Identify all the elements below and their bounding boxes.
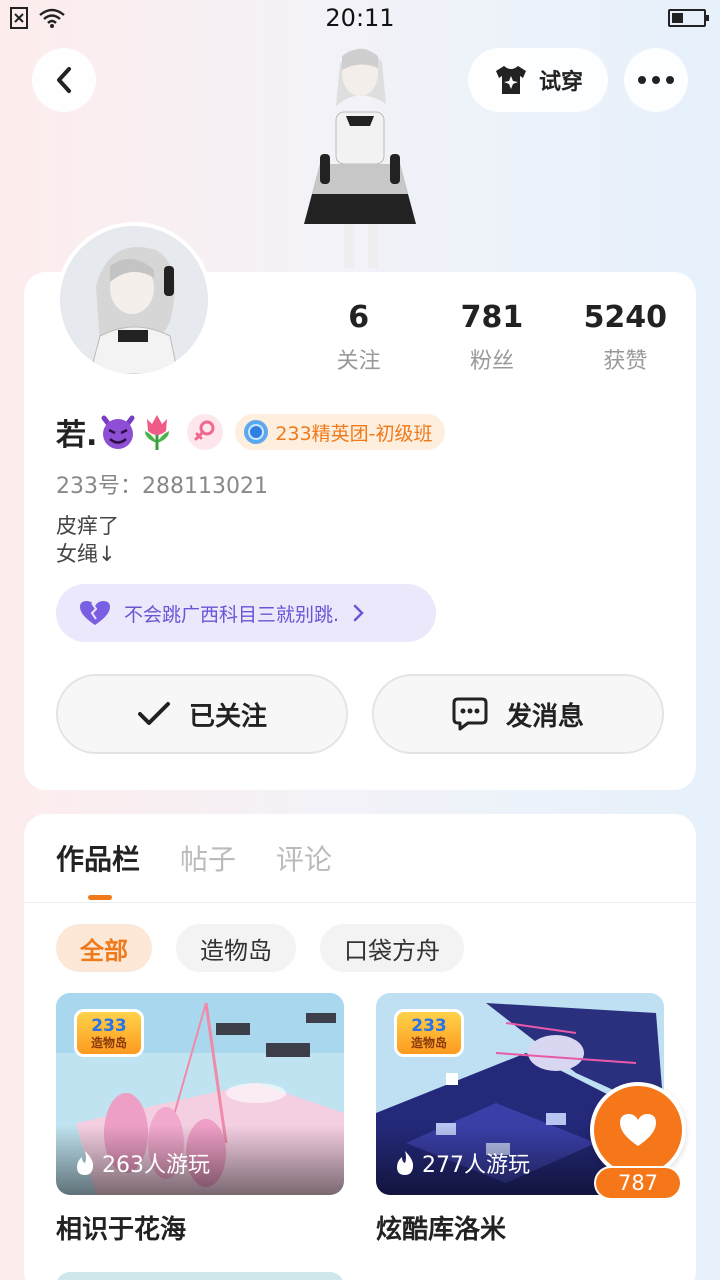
tulip-emoji [145,415,170,450]
more-button[interactable] [624,48,688,112]
follow-label: 已关注 [188,701,267,732]
battery-icon [668,9,709,27]
233-island-logo: 233 造物岛 [394,1009,464,1057]
filter-all[interactable]: 全部 [56,924,152,972]
chevron-left-icon [57,67,71,93]
music-text: 不会跳广西科目三就别跳. [124,603,340,626]
filter-creation-island[interactable]: 造物岛 [176,924,296,972]
like-circle[interactable] [590,1082,686,1178]
stat-likes[interactable]: 5240 获赞 [559,300,692,375]
tab-works-label: 作品栏 [56,843,141,876]
chevron-right-icon [353,604,364,622]
status-bar: 20:11 [0,0,720,38]
music-pill[interactable]: 不会跳广西科目三就别跳. [56,584,436,642]
game-thumbnail[interactable]: 233 造物岛 263人游玩 [56,993,344,1195]
try-on-label: 试穿 [538,70,583,95]
female-symbol-icon [194,420,215,441]
next-game-card-peek[interactable] [56,1272,344,1280]
name-row: 若. 233精英团-初级班 [56,410,445,454]
tshirt-sparkle-icon [495,66,526,94]
play-count: 277人游玩 [394,1147,530,1179]
filter-pocket-ark[interactable]: 口袋方舟 [320,924,464,972]
game-title[interactable]: 相识于花海 [56,1209,344,1246]
avatar-3d-figure[interactable] [290,34,430,274]
profile-avatar[interactable] [56,222,212,378]
user-id: 233号：288113021 [56,474,268,499]
bio-line: 皮痒了 [56,514,119,538]
try-on-button[interactable]: 试穿 [468,48,608,112]
play-count: 263人游玩 [74,1147,210,1179]
level-badge-text: 233精英团-初级班 [275,422,433,445]
username-text: 若. [56,418,98,453]
medal-icon [244,420,269,444]
level-badge[interactable]: 233精英团-初级班 [235,414,445,450]
followers-count: 781 [460,300,524,335]
message-label: 发消息 [505,701,584,732]
avatar-portrait [60,226,208,374]
flame-icon [397,1151,414,1175]
like-button[interactable]: 787 [590,1082,686,1200]
play-count-text: 263人游玩 [102,1153,210,1178]
battery-level [672,13,683,23]
stat-following[interactable]: 6 关注 [292,300,425,375]
bio: 皮痒了 女绳↓ [56,512,119,568]
content-tabs: 作品栏 帖子 评论 [56,838,332,900]
checkmark-icon [137,702,170,725]
stats-row: 6 关注 781 粉丝 5240 获赞 [292,300,692,375]
back-button[interactable] [32,48,96,112]
logo-number: 233 [91,1015,127,1036]
following-count: 6 [348,300,370,335]
chat-bubble-icon [452,697,488,731]
heart-icon [620,1114,656,1146]
tab-comments[interactable]: 评论 [276,838,332,878]
bio-line: 女绳↓ [56,542,116,566]
followers-label: 粉丝 [469,349,514,374]
clock: 20:11 [325,4,395,32]
gender-badge [187,414,224,450]
more-dots-icon [638,76,674,84]
following-label: 关注 [336,349,381,374]
tabs-divider [24,902,696,903]
likes-label: 获赞 [603,349,648,374]
filter-chips: 全部 造物岛 口袋方舟 [56,924,464,972]
logo-text: 造物岛 [410,1035,447,1050]
logo-number: 233 [411,1015,447,1036]
like-count: 787 [594,1166,682,1200]
message-button[interactable]: 发消息 [372,674,664,754]
play-count-text: 277人游玩 [422,1153,530,1178]
username: 若. [56,410,175,454]
purple-heart-icon [80,601,110,625]
flame-icon [77,1151,94,1175]
devil-emoji [101,415,135,449]
likes-count: 5240 [583,300,668,335]
233-island-logo: 233 造物岛 [74,1009,144,1057]
follow-button[interactable]: 已关注 [56,674,348,754]
game-title[interactable]: 炫酷库洛米 [376,1209,664,1246]
tab-works[interactable]: 作品栏 [56,838,141,900]
stat-followers[interactable]: 781 粉丝 [425,300,558,375]
tab-posts[interactable]: 帖子 [180,838,236,878]
game-card[interactable]: 233 造物岛 263人游玩 相识于花海 [56,993,344,1246]
active-tab-indicator [88,895,112,900]
works-card: 作品栏 帖子 评论 全部 造物岛 口袋方舟 233 造物岛 263人游玩 相识于… [24,814,696,1280]
logo-text: 造物岛 [90,1035,127,1050]
